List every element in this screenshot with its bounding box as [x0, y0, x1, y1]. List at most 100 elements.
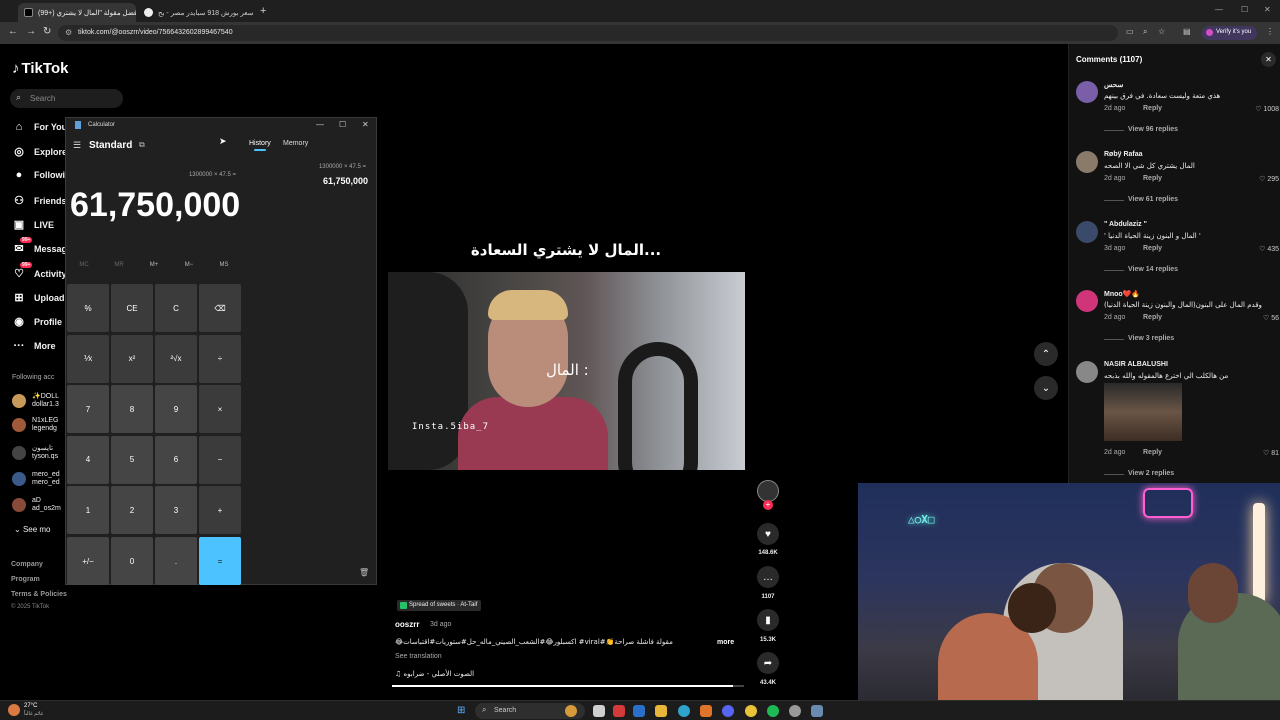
- square-key[interactable]: x²: [111, 334, 153, 383]
- like-button[interactable]: ♥: [757, 523, 779, 545]
- see-translation-link[interactable]: See translation: [395, 653, 442, 660]
- comment-likes[interactable]: ♡ 56: [1239, 314, 1279, 322]
- calc-minimize-icon[interactable]: —: [316, 120, 324, 129]
- edge-icon[interactable]: [678, 705, 690, 717]
- start-button-icon[interactable]: ⊞: [457, 705, 465, 716]
- divide-key[interactable]: ÷: [199, 334, 241, 383]
- tiktok-logo[interactable]: ♪ TikTok: [12, 60, 68, 77]
- comment-likes[interactable]: ♡ 435: [1239, 245, 1279, 253]
- decimal-key[interactable]: .: [155, 537, 197, 585]
- nav-profile[interactable]: ◉ Profile: [12, 315, 62, 328]
- digit-9-key[interactable]: 9: [155, 385, 197, 434]
- reply-button[interactable]: Reply: [1143, 175, 1162, 182]
- video-author[interactable]: ooszrr: [395, 620, 419, 629]
- tab-memory[interactable]: Memory: [283, 140, 308, 147]
- memory-add-key[interactable]: M+: [139, 262, 169, 268]
- following-account[interactable]: تايسون tyson.qs: [12, 445, 58, 461]
- digit-5-key[interactable]: 5: [111, 435, 153, 484]
- view-replies-button[interactable]: View 3 replies: [1128, 335, 1174, 342]
- digit-2-key[interactable]: 2: [111, 486, 153, 535]
- nav-live[interactable]: ▣ LIVE: [12, 218, 54, 231]
- app-icon-red[interactable]: [613, 705, 625, 717]
- nav-more[interactable]: ··· More: [12, 340, 56, 352]
- digit-4-key[interactable]: 4: [67, 435, 109, 484]
- footer-program-link[interactable]: Program: [11, 576, 40, 583]
- browser-menu-icon[interactable]: ⋮: [1266, 27, 1274, 36]
- reply-button[interactable]: Reply: [1143, 105, 1162, 112]
- following-account[interactable]: aD ad_os2m: [12, 497, 61, 513]
- reciprocal-key[interactable]: ⅟x: [67, 334, 109, 383]
- calculator-taskbar-icon[interactable]: [811, 705, 823, 717]
- search-input[interactable]: ⌕ Search: [10, 89, 123, 108]
- following-account[interactable]: N1xLEG legendg: [12, 417, 58, 433]
- digit-0-key[interactable]: 0: [111, 537, 153, 585]
- avatar[interactable]: [1076, 221, 1098, 243]
- maximize-window-icon[interactable]: ☐: [1241, 5, 1248, 14]
- digit-3-key[interactable]: 3: [155, 486, 197, 535]
- share-button[interactable]: ➦: [757, 652, 779, 674]
- app-icon-gray[interactable]: [789, 705, 801, 717]
- avatar[interactable]: [1076, 290, 1098, 312]
- clear-key[interactable]: C: [155, 284, 197, 332]
- memory-store-key[interactable]: MS: [209, 262, 239, 268]
- avatar[interactable]: [1076, 81, 1098, 103]
- memory-recall-key[interactable]: MR: [104, 262, 134, 268]
- digit-6-key[interactable]: 6: [155, 435, 197, 484]
- author-avatar[interactable]: [757, 480, 779, 502]
- comment-user[interactable]: Mnoo❤️🔥: [1104, 290, 1140, 298]
- outlook-icon[interactable]: [633, 705, 645, 717]
- digit-8-key[interactable]: 8: [111, 385, 153, 434]
- task-view-icon[interactable]: [593, 705, 605, 717]
- zoom-icon[interactable]: ⌕: [1143, 27, 1147, 37]
- comment-user[interactable]: سحس: [1104, 81, 1123, 89]
- comment-button[interactable]: …: [757, 566, 779, 588]
- tab-history[interactable]: History: [249, 140, 271, 147]
- music-chip[interactable]: Spread of sweets · At-Taif: [397, 600, 482, 611]
- calc-close-icon[interactable]: ✕: [362, 120, 369, 129]
- save-button[interactable]: ▮: [757, 609, 779, 631]
- comment-image[interactable]: [1104, 383, 1182, 441]
- backspace-key[interactable]: ⌫: [199, 284, 241, 332]
- clear-history-icon[interactable]: 🗑: [359, 568, 369, 577]
- extensions-icon[interactable]: ▤: [1183, 27, 1191, 36]
- comment-user[interactable]: Røbÿ Rafaa: [1104, 151, 1143, 158]
- subtract-key[interactable]: −: [199, 435, 241, 484]
- reply-button[interactable]: Reply: [1143, 314, 1162, 321]
- weather-temp[interactable]: 27°C: [24, 703, 37, 709]
- next-video-button[interactable]: ⌄: [1034, 376, 1058, 400]
- discord-icon[interactable]: [722, 705, 734, 717]
- description-more-link[interactable]: more: [717, 639, 734, 646]
- hamburger-menu-icon[interactable]: ☰: [73, 140, 81, 151]
- site-info-icon[interactable]: ⚙: [65, 28, 72, 37]
- file-explorer-icon[interactable]: [655, 705, 667, 717]
- avatar[interactable]: [1076, 361, 1098, 383]
- percent-key[interactable]: %: [67, 284, 109, 332]
- memory-clear-key[interactable]: MC: [69, 262, 99, 268]
- url-field[interactable]: ⚙ tiktok.com/@ooszrr/video/7566432602899…: [58, 25, 1118, 41]
- nav-upload[interactable]: ⊞ Upload: [12, 291, 64, 304]
- cast-icon[interactable]: ▭: [1126, 27, 1134, 36]
- comment-likes[interactable]: ♡ 295: [1239, 175, 1279, 183]
- browser-tab-porsche[interactable]: سعر بورش 918 سبايدر مصر - بح ✕: [138, 3, 256, 22]
- comment-user[interactable]: " Abdulaziz ": [1104, 221, 1147, 228]
- clear-entry-key[interactable]: CE: [111, 284, 153, 332]
- footer-terms-link[interactable]: Terms & Policies: [11, 591, 67, 598]
- view-replies-button[interactable]: View 61 replies: [1128, 196, 1178, 203]
- app-icon-orange[interactable]: [700, 705, 712, 717]
- see-more-button[interactable]: ⌄ See mo: [14, 525, 51, 534]
- browser-tab-tiktok[interactable]: (99+) أفضل مقولة "المال لا يشتري ✕: [18, 3, 136, 22]
- sound-link[interactable]: ♫ الصوت الأصلي - ضرابوه: [395, 670, 474, 678]
- comment-likes[interactable]: ♡ 1008: [1239, 105, 1279, 113]
- verify-profile-button[interactable]: Verify it's you: [1202, 26, 1258, 40]
- avatar[interactable]: [1076, 151, 1098, 173]
- chrome-icon[interactable]: [745, 705, 757, 717]
- following-account[interactable]: mero_ed mero_ed: [12, 471, 60, 487]
- reload-icon[interactable]: ↻: [43, 26, 51, 37]
- digit-7-key[interactable]: 7: [67, 385, 109, 434]
- footer-company-link[interactable]: Company: [11, 561, 43, 568]
- reply-button[interactable]: Reply: [1143, 245, 1162, 252]
- view-replies-button[interactable]: View 2 replies: [1128, 470, 1174, 477]
- new-tab-button[interactable]: +: [260, 5, 266, 17]
- multiply-key[interactable]: ×: [199, 385, 241, 434]
- comment-likes[interactable]: ♡ 81: [1239, 449, 1279, 457]
